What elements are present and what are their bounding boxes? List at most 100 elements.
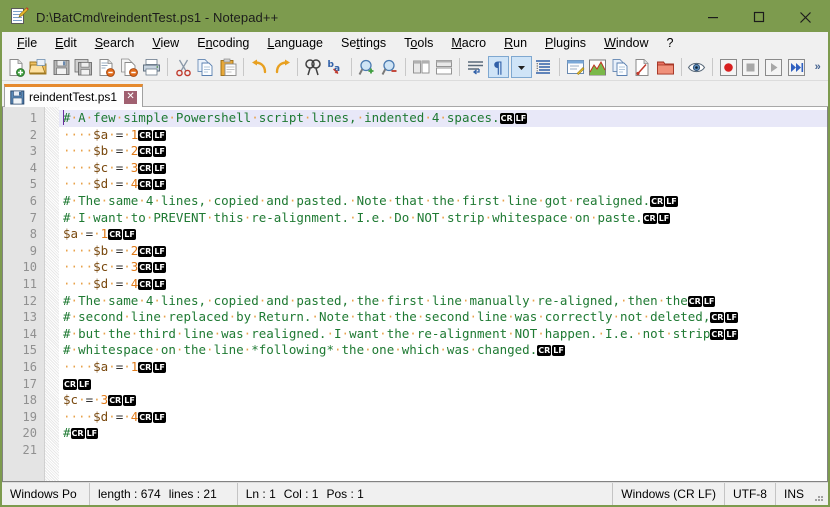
tab-reindenttest[interactable]: reindentTest.ps1 ✕ (4, 84, 144, 107)
maximize-button[interactable] (736, 2, 782, 32)
code-line[interactable]: $c·=·3CR LF (59, 392, 827, 409)
show-all-characters-dropdown-icon[interactable] (510, 56, 532, 78)
comment-token: # (63, 110, 71, 125)
code-line[interactable]: ····$d·=·4CR LF (59, 276, 827, 293)
tab-close-icon[interactable]: ✕ (124, 90, 138, 104)
number-token: 4 (130, 176, 139, 192)
menu-settings[interactable]: Settings (332, 34, 395, 52)
redo-icon[interactable] (272, 56, 293, 78)
menu-view[interactable]: View (143, 34, 188, 52)
code-line[interactable]: $a·=·1CR LF (59, 226, 827, 243)
code-line[interactable]: #·but·the·third·line·was·realigned.·I·wa… (59, 326, 827, 343)
menu-file[interactable]: File (8, 34, 46, 52)
code-line[interactable]: ····$c·=·3CR LF (59, 259, 827, 276)
whitespace-dot: · (108, 159, 116, 175)
play-macro-icon[interactable] (763, 56, 784, 78)
close-all-icon[interactable] (119, 56, 140, 78)
code-line[interactable]: #CR LF (59, 425, 827, 442)
comment-token: Do (394, 209, 410, 225)
menu-run[interactable]: Run (495, 34, 536, 52)
document-list-icon[interactable] (633, 56, 654, 78)
comment-token: manually (469, 292, 530, 308)
whitespace-dot: ···· (63, 159, 94, 175)
status-encoding[interactable]: UTF-8 (725, 483, 776, 505)
code-line[interactable]: #·A·few·simple·Powershell·script·lines,·… (59, 110, 827, 127)
run-macro-multiple-icon[interactable] (786, 56, 807, 78)
print-icon[interactable] (141, 56, 162, 78)
whitespace-dot: ···· (63, 358, 94, 374)
close-file-icon[interactable] (96, 56, 117, 78)
sync-vertical-scroll-icon[interactable] (411, 56, 432, 78)
menu-window[interactable]: Window (595, 34, 657, 52)
toolbar-overflow-chevron-icon[interactable]: » (808, 56, 827, 78)
zoom-out-icon[interactable] (380, 56, 401, 78)
minimize-button[interactable] (690, 2, 736, 32)
menu-tools[interactable]: Tools (395, 34, 442, 52)
folder-as-workspace-icon[interactable] (655, 56, 676, 78)
lf-marker: LF (85, 428, 99, 440)
lf-marker: LF (123, 395, 136, 407)
menu-search[interactable]: Search (86, 34, 144, 52)
comment-token: was (221, 325, 244, 341)
code-line[interactable]: #·I·want·to·PREVENT·this·re-alignment.·I… (59, 210, 827, 227)
find-icon[interactable] (303, 56, 324, 78)
close-button[interactable] (782, 2, 828, 32)
menu-macro[interactable]: Macro (442, 34, 495, 52)
undo-icon[interactable] (249, 56, 270, 78)
menu-help[interactable]: ? (658, 34, 683, 52)
code-line[interactable]: #·The·same·4·lines,·copied·and·pasted,·t… (59, 293, 827, 310)
whitespace-dot: · (138, 292, 146, 308)
code-line[interactable]: ····$a·=·1CR LF (59, 359, 827, 376)
stop-recording-icon[interactable] (741, 56, 762, 78)
status-length-lines[interactable]: length : 674 lines : 21 (90, 483, 238, 505)
variable-token: $d (93, 408, 109, 424)
save-all-icon[interactable] (74, 56, 95, 78)
comment-token: third (138, 325, 176, 341)
code-line[interactable]: ····$a·=·1CR LF (59, 127, 827, 144)
menu-language[interactable]: Language (258, 34, 332, 52)
code-line[interactable]: #·second·line·replaced·by·Return.·Note·t… (59, 309, 827, 326)
code-line[interactable]: #·whitespace·on·the·line·*following*·the… (59, 342, 827, 359)
cut-icon[interactable] (173, 56, 194, 78)
line-number: 11 (22, 276, 37, 291)
status-caret-position[interactable]: Ln : 1 Col : 1 Pos : 1 (238, 483, 614, 505)
status-document-type[interactable]: Windows Po (2, 483, 90, 505)
code-line[interactable]: #·The·same·4·lines,·copied·and·pasted.·N… (59, 193, 827, 210)
toolbar-separator (680, 58, 682, 76)
code-line[interactable]: ····$c·=·3CR LF (59, 160, 827, 177)
editor-area[interactable]: 1 2 3 4 5 6 7 8 9 10 11 12 13 14 15 16 17 18 19 20 21 #·A·fe… (2, 107, 828, 482)
status-insert-mode[interactable]: INS (776, 483, 812, 505)
document-map-icon[interactable] (588, 56, 609, 78)
code-text-area[interactable]: #·A·few·simple·Powershell·script·lines,·… (59, 107, 827, 481)
zoom-in-icon[interactable] (357, 56, 378, 78)
show-all-characters-icon[interactable]: ¶ (487, 56, 509, 78)
paste-icon[interactable] (218, 56, 239, 78)
code-line[interactable]: ····$b·=·2CR LF (59, 243, 827, 260)
code-line[interactable]: ····$d·=·4CR LF (59, 176, 827, 193)
whitespace-dot: · (108, 408, 116, 424)
monitoring-icon[interactable] (687, 56, 708, 78)
record-macro-icon[interactable] (718, 56, 739, 78)
word-wrap-icon[interactable] (465, 56, 486, 78)
user-defined-dialog-icon[interactable] (565, 56, 586, 78)
status-eol-format[interactable]: Windows (CR LF) (613, 483, 725, 505)
whitespace-dot: · (454, 192, 462, 208)
code-line[interactable]: ····$d·=·4CR LF (59, 409, 827, 426)
replace-icon[interactable]: b a (326, 56, 347, 78)
function-list-icon[interactable] (610, 56, 631, 78)
code-line[interactable]: CR LF (59, 376, 827, 393)
menu-plugins[interactable]: Plugins (536, 34, 595, 52)
whitespace-dot: · (228, 309, 237, 325)
menu-encoding[interactable]: Encoding (188, 34, 258, 52)
sync-horizontal-scroll-icon[interactable] (434, 56, 455, 78)
resize-gripper-icon[interactable] (812, 487, 826, 501)
copy-icon[interactable] (195, 56, 216, 78)
open-file-icon[interactable] (29, 56, 50, 78)
code-line[interactable] (59, 442, 827, 459)
code-line[interactable]: ····$b·=·2CR LF (59, 143, 827, 160)
menu-edit[interactable]: Edit (46, 34, 86, 52)
new-file-icon[interactable] (6, 56, 27, 78)
fold-margin[interactable] (45, 107, 59, 481)
save-file-icon[interactable] (51, 56, 72, 78)
indent-guide-icon[interactable] (534, 56, 555, 78)
